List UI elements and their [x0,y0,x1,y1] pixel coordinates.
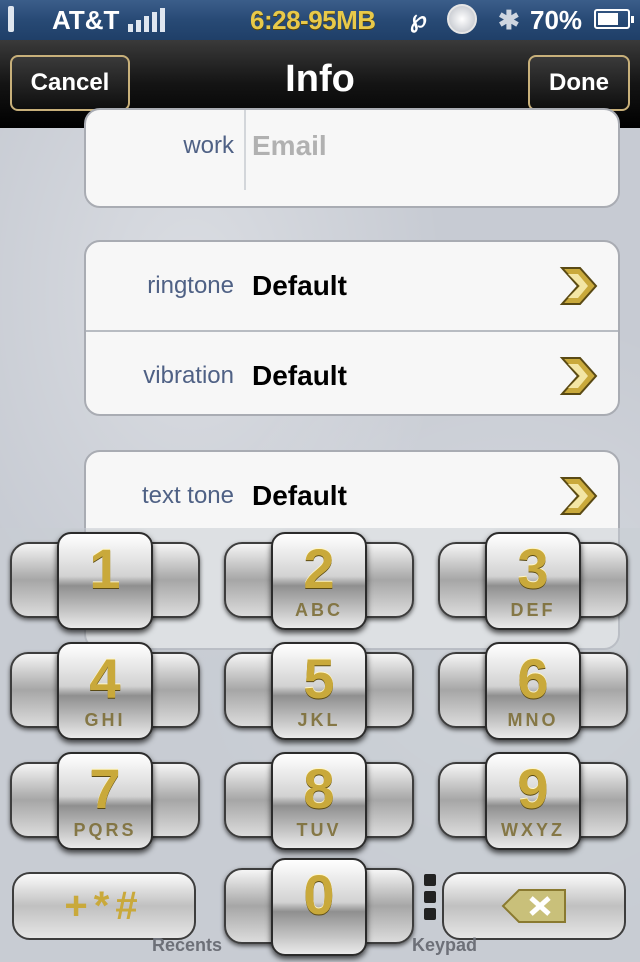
key-letters: GHI [84,710,126,730]
p-icon: ℘ [410,6,427,33]
text-tone-value: Default [252,480,347,511]
symbols-key[interactable]: +*# [12,872,196,940]
vibration-value: Default [252,360,347,391]
tab-recents[interactable]: Recents [152,935,222,956]
key-digit: 7 [89,757,121,820]
carrier-name: AT&T [52,5,120,35]
status-bar: AT&T 6:28-95MB ℘ ✱ 70% [0,0,640,40]
key-digit: 6 [517,647,549,710]
key-4[interactable]: 4 GHI [0,640,210,746]
key-letters: DEF [510,600,556,620]
key-digit: 1 [89,537,121,600]
key-digit: 2 [303,537,335,600]
status-left-bar [8,6,14,32]
bluetooth-icon: ✱ [498,5,520,35]
email-row[interactable]: work Email [86,110,618,190]
key-digit: 3 [517,537,549,600]
backspace-icon [501,889,566,923]
key-digit: 9 [517,757,549,820]
key-1[interactable]: 1 [0,530,210,636]
text-tone-row[interactable]: text tone Default [86,452,618,540]
time-memory-readout: 6:28-95MB [250,5,376,35]
key-9[interactable]: 9 WXYZ [428,750,638,856]
email-group: work Email [84,108,620,208]
key-letters: JKL [297,710,341,730]
key-letters: MNO [507,710,559,730]
key-5[interactable]: 5 JKL [214,640,424,746]
key-2[interactable]: 2 ABC [214,530,424,636]
battery-percentage: 70% [530,5,583,35]
key-8[interactable]: 8 TUV [214,750,424,856]
key-digit: 4 [89,647,121,710]
key-letters: PQRS [73,820,137,840]
key-letters: WXYZ [501,820,565,840]
key-digit: 0 [303,863,335,926]
key-letters: ABC [295,600,343,620]
alerts-group: ringtone Default vibration Default [84,240,620,416]
chevron-right-icon [559,357,598,395]
vibration-row[interactable]: vibration Default [86,330,618,414]
key-3[interactable]: 3 DEF [428,530,638,636]
chevron-right-icon [559,477,598,515]
battery-icon [594,9,634,29]
ringtone-value: Default [252,270,347,301]
email-label[interactable]: work [183,110,234,190]
key-7[interactable]: 7 PQRS [0,750,210,856]
grip-icon [424,874,436,925]
text-tone-label: text tone [141,482,234,509]
key-digit: 8 [303,757,335,820]
done-button[interactable]: Done [528,55,630,111]
clock-icon [447,4,477,34]
key-letters: TUV [296,820,342,840]
ringtone-label: ringtone [147,272,234,299]
chevron-right-icon [559,267,598,305]
vibration-label: vibration [143,362,234,389]
email-input[interactable]: Email [252,110,327,190]
tab-bar-labels: Recents Keypad [0,935,640,960]
key-6[interactable]: 6 MNO [428,640,638,746]
key-digit: 5 [303,647,335,710]
signal-strength-icon [128,8,165,32]
ringtone-row[interactable]: ringtone Default [86,242,618,330]
tab-keypad[interactable]: Keypad [412,935,477,956]
row-divider [244,110,246,190]
delete-key[interactable] [442,872,626,940]
